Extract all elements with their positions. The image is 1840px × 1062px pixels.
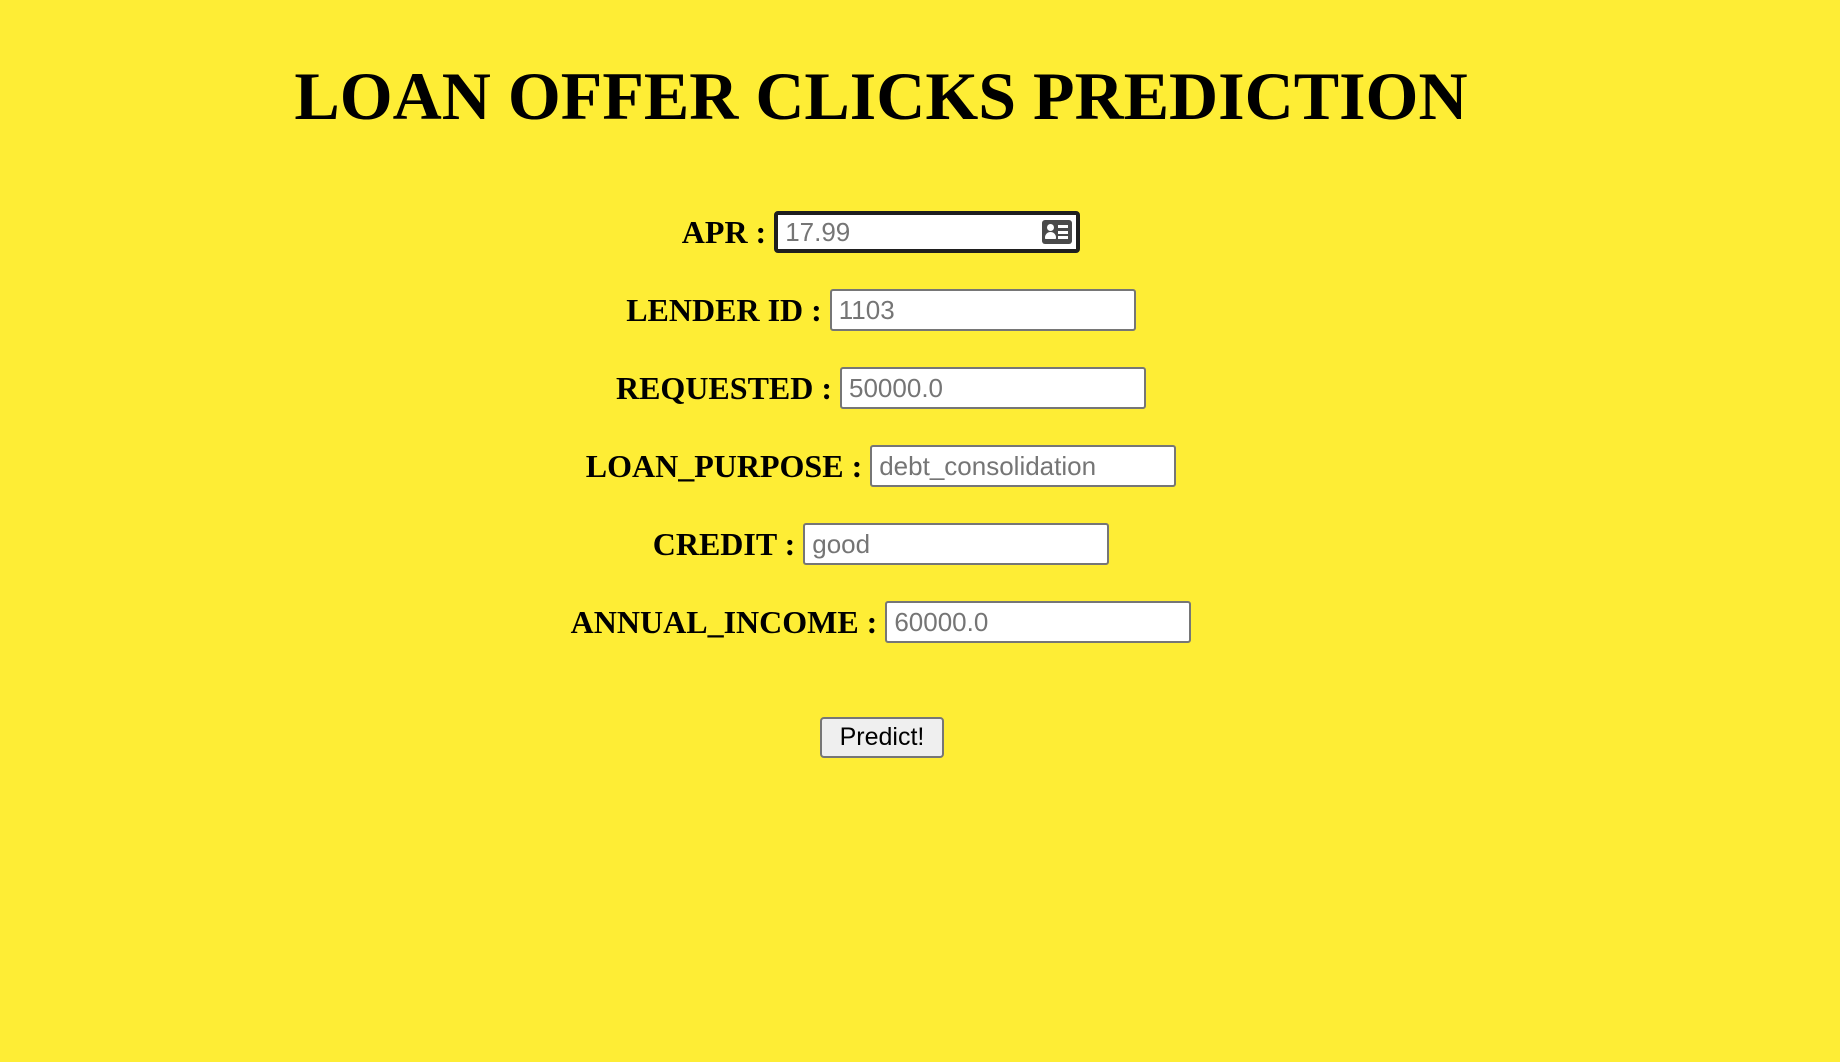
form-row-credit: CREDIT : [0, 522, 1762, 566]
form-row-apr: APR : [0, 210, 1762, 254]
credit-label: CREDIT : [652, 526, 796, 562]
apr-label: APR : [681, 214, 767, 250]
loan-purpose-input[interactable] [870, 445, 1177, 487]
predict-button[interactable]: Predict! [820, 717, 944, 758]
form-row-requested: REQUESTED : [0, 366, 1762, 410]
lender-id-label: LENDER ID : [626, 292, 822, 328]
requested-label: REQUESTED : [615, 370, 833, 406]
credit-input[interactable] [803, 523, 1110, 565]
form-row-loan-purpose: LOAN_PURPOSE : [0, 444, 1762, 488]
apr-input[interactable] [774, 211, 1081, 253]
lender-id-input[interactable] [829, 289, 1136, 331]
requested-input[interactable] [840, 367, 1147, 409]
annual-income-label: ANNUAL_INCOME : [570, 604, 878, 640]
apr-input-wrapper [774, 211, 1081, 253]
page-title: LOAN OFFER CLICKS PREDICTION [294, 58, 1468, 134]
form-row-annual-income: ANNUAL_INCOME : [0, 600, 1762, 644]
form-row-lender-id: LENDER ID : [0, 288, 1762, 332]
annual-income-input[interactable] [885, 601, 1192, 643]
loan-purpose-label: LOAN_PURPOSE : [585, 448, 863, 484]
contact-card-icon[interactable] [1042, 220, 1073, 244]
